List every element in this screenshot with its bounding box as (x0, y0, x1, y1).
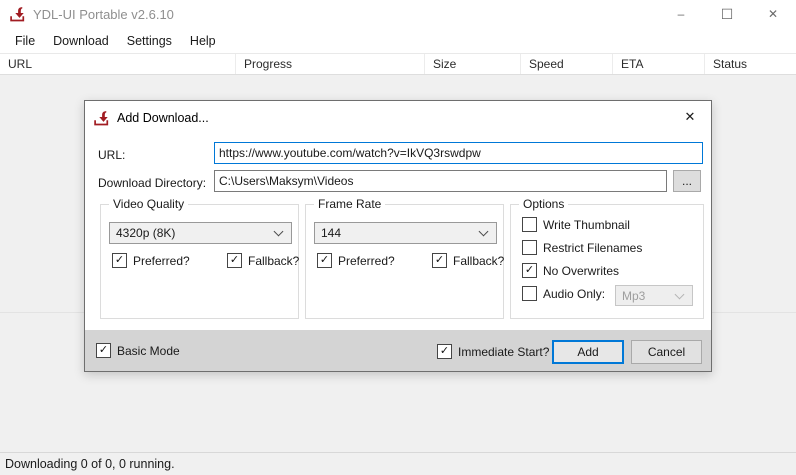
column-header-status[interactable]: Status (705, 54, 796, 74)
frame-rate-group: Frame Rate 144 ✓ Preferred? ✓ Fallback? (305, 204, 504, 319)
basic-mode-checkbox[interactable]: ✓ Basic Mode (96, 343, 180, 358)
app-download-icon (9, 6, 25, 22)
checkbox-icon[interactable] (522, 217, 537, 232)
audio-only-label[interactable]: Audio Only: (543, 287, 605, 301)
immediate-start-checkbox[interactable]: ✓ Immediate Start? (437, 344, 549, 359)
checkbox-icon[interactable]: ✓ (96, 343, 111, 358)
menu-item-file[interactable]: File (6, 30, 44, 52)
chevron-down-icon (274, 227, 284, 237)
write-thumbnail-checkbox[interactable]: Write Thumbnail (522, 217, 630, 232)
basic-mode-label[interactable]: Basic Mode (117, 344, 180, 358)
frame-rate-group-title: Frame Rate (314, 197, 385, 211)
cancel-button[interactable]: Cancel (631, 340, 702, 364)
chevron-down-icon (479, 227, 489, 237)
fr-preferred-label[interactable]: Preferred? (338, 254, 395, 268)
maximize-icon[interactable]: ☐ (704, 0, 750, 28)
status-text: Downloading 0 of 0, 0 running. (5, 457, 175, 471)
menu-item-help[interactable]: Help (181, 30, 225, 52)
checkbox-icon[interactable]: ✓ (437, 344, 452, 359)
minimize-icon[interactable]: – (658, 0, 704, 28)
titlebar[interactable]: YDL-UI Portable v2.6.10 – ☐ ✕ (0, 0, 796, 28)
menu-item-settings[interactable]: Settings (118, 30, 181, 52)
close-icon[interactable]: ✕ (750, 0, 796, 28)
fr-fallback-checkbox[interactable]: ✓ Fallback? (432, 253, 504, 268)
no-overwrites-checkbox[interactable]: ✓ No Overwrites (522, 263, 619, 278)
browse-button[interactable]: ... (673, 170, 701, 192)
directory-input[interactable] (214, 170, 667, 192)
checkbox-icon[interactable]: ✓ (227, 253, 242, 268)
dialog-close-icon[interactable]: ✕ (669, 101, 711, 133)
column-header-progress[interactable]: Progress (236, 54, 425, 74)
dialog-title: Add Download... (117, 111, 209, 125)
column-header-eta[interactable]: ETA (613, 54, 705, 74)
video-quality-group: Video Quality 4320p (8K) ✓ Preferred? ✓ … (100, 204, 299, 319)
statusbar: Downloading 0 of 0, 0 running. (0, 452, 796, 475)
frame-rate-select[interactable]: 144 (314, 222, 497, 244)
menubar: File Download Settings Help (0, 28, 796, 54)
fr-preferred-checkbox[interactable]: ✓ Preferred? (317, 253, 395, 268)
directory-label: Download Directory: (98, 176, 206, 190)
immediate-start-label[interactable]: Immediate Start? (458, 345, 549, 359)
menu-item-download[interactable]: Download (44, 30, 118, 52)
fr-fallback-label[interactable]: Fallback? (453, 254, 504, 268)
window-title: YDL-UI Portable v2.6.10 (33, 7, 174, 22)
main-window: YDL-UI Portable v2.6.10 – ☐ ✕ File Downl… (0, 0, 796, 475)
column-header-url[interactable]: URL (0, 54, 236, 74)
vq-fallback-checkbox[interactable]: ✓ Fallback? (227, 253, 299, 268)
download-list-header: URL Progress Size Speed ETA Status (0, 54, 796, 75)
audio-only-checkbox[interactable]: Audio Only: (522, 286, 605, 301)
audio-format-select: Mp3 (615, 285, 693, 306)
add-button[interactable]: Add (552, 340, 624, 364)
checkbox-icon[interactable]: ✓ (432, 253, 447, 268)
checkbox-icon[interactable]: ✓ (522, 263, 537, 278)
checkbox-icon[interactable] (522, 240, 537, 255)
vq-fallback-label[interactable]: Fallback? (248, 254, 299, 268)
no-overwrites-label[interactable]: No Overwrites (543, 264, 619, 278)
options-group-title: Options (519, 197, 568, 211)
checkbox-icon[interactable]: ✓ (112, 253, 127, 268)
audio-format-selected: Mp3 (622, 289, 645, 303)
restrict-filenames-checkbox[interactable]: Restrict Filenames (522, 240, 642, 255)
options-group: Options Write Thumbnail Restrict Filenam… (510, 204, 704, 319)
restrict-filenames-label[interactable]: Restrict Filenames (543, 241, 642, 255)
vq-preferred-checkbox[interactable]: ✓ Preferred? (112, 253, 190, 268)
checkbox-icon[interactable]: ✓ (317, 253, 332, 268)
url-label: URL: (98, 148, 125, 162)
column-header-size[interactable]: Size (425, 54, 521, 74)
frame-rate-selected: 144 (321, 226, 341, 240)
chevron-down-icon (675, 289, 685, 299)
window-controls: – ☐ ✕ (658, 0, 796, 28)
video-quality-group-title: Video Quality (109, 197, 188, 211)
column-header-speed[interactable]: Speed (521, 54, 613, 74)
video-quality-select[interactable]: 4320p (8K) (109, 222, 292, 244)
dialog-footer: ✓ Basic Mode ✓ Immediate Start? Add Canc… (85, 330, 711, 371)
dialog-titlebar[interactable]: Add Download... ✕ (85, 101, 711, 134)
url-input[interactable] (214, 142, 703, 164)
vq-preferred-label[interactable]: Preferred? (133, 254, 190, 268)
checkbox-icon[interactable] (522, 286, 537, 301)
write-thumbnail-label[interactable]: Write Thumbnail (543, 218, 630, 232)
video-quality-selected: 4320p (8K) (116, 226, 175, 240)
add-download-dialog: Add Download... ✕ URL: Download Director… (84, 100, 712, 372)
dialog-download-icon (93, 110, 109, 126)
